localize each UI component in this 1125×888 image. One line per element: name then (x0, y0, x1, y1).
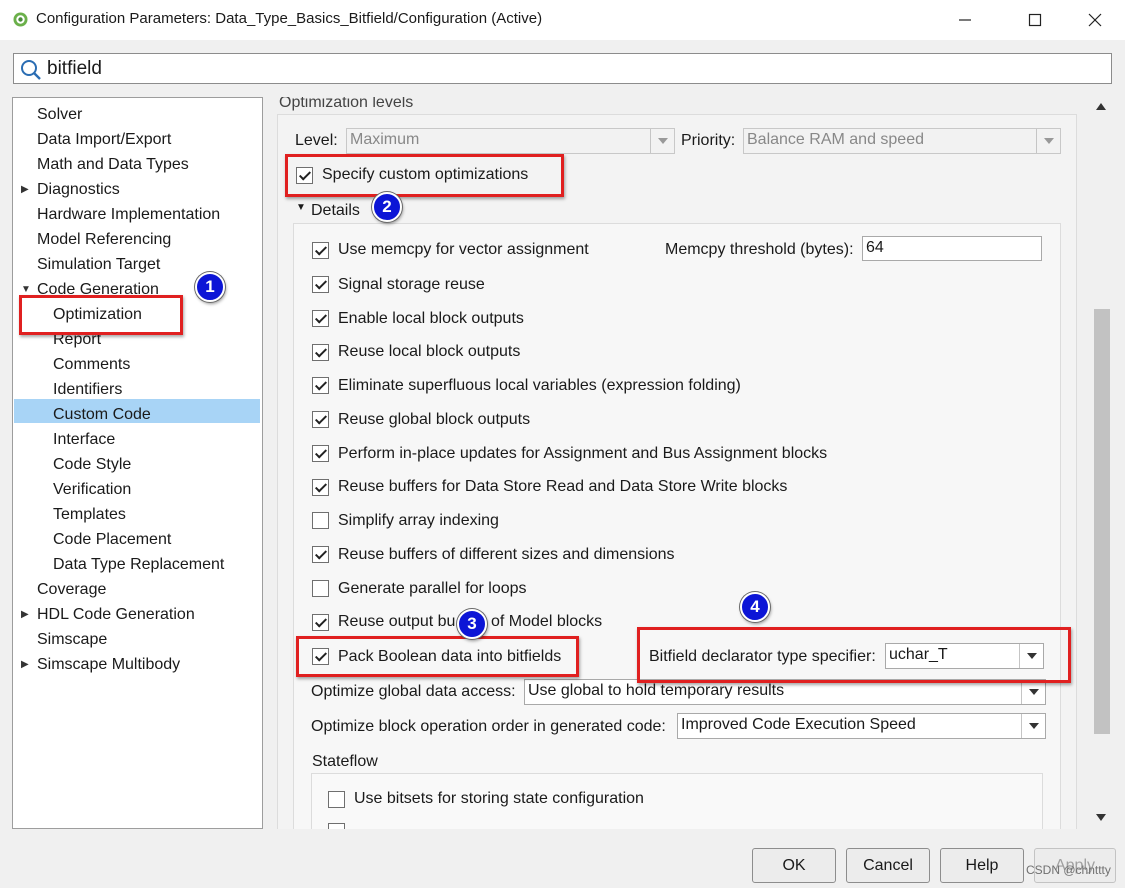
search-input[interactable] (47, 56, 1097, 81)
tree-item-comments[interactable]: Comments (53, 352, 130, 377)
window-title: Configuration Parameters: Data_Type_Basi… (36, 10, 543, 27)
annotation-marker-4: 4 (740, 592, 770, 622)
close-button[interactable] (1072, 0, 1118, 40)
chevron-down-icon (1036, 129, 1060, 153)
option-checkbox[interactable] (312, 411, 329, 428)
option-checkbox[interactable] (312, 310, 329, 327)
option-label[interactable]: Reuse buffers of different sizes and dim… (338, 546, 675, 564)
block-order-label: Optimize block operation order in genera… (311, 718, 666, 735)
chevron-down-icon (1021, 680, 1045, 704)
maximize-button[interactable] (1012, 0, 1058, 40)
annotation-marker-3: 3 (457, 609, 487, 639)
option-checkbox[interactable] (312, 242, 329, 259)
scroll-up-icon[interactable] (1096, 103, 1106, 110)
option-label[interactable]: Enable local block outputs (338, 310, 524, 328)
chevron-down-icon (650, 129, 674, 153)
option-checkbox[interactable] (312, 344, 329, 361)
details-label[interactable]: Details (311, 202, 360, 220)
tree-item-code-placement[interactable]: Code Placement (53, 527, 171, 552)
option-label[interactable]: Eliminate superfluous local variables (e… (338, 377, 741, 395)
stateflow-option-checkbox[interactable] (328, 823, 345, 829)
annotation-box-optimization (19, 295, 183, 335)
tree-item-simulation-target[interactable]: Simulation Target (37, 252, 160, 277)
vertical-scrollbar[interactable] (1092, 97, 1112, 829)
tree-item-data-type-replacement[interactable]: Data Type Replacement (53, 552, 224, 577)
priority-label: Priority: (681, 132, 736, 149)
title-bar: Configuration Parameters: Data_Type_Basi… (0, 0, 1125, 40)
annotation-marker-2: 2 (372, 192, 402, 222)
option-label[interactable]: Signal storage reuse (338, 276, 485, 294)
annotation-box-bitfield-specifier (637, 627, 1071, 683)
expand-arrow-icon[interactable]: ▶ (21, 602, 29, 627)
level-label: Level: (295, 132, 338, 149)
level-dropdown[interactable]: Maximum (346, 128, 675, 154)
stateflow-bitsets-label[interactable]: Use bitsets for storing state configurat… (354, 790, 644, 808)
ok-button[interactable]: OK (752, 848, 836, 883)
annotation-box-pack-boolean (296, 636, 579, 677)
tree-item-simscape[interactable]: Simscape (37, 627, 107, 652)
option-checkbox[interactable] (312, 479, 329, 496)
minimize-button[interactable] (942, 0, 988, 40)
details-collapse-icon[interactable]: ▼ (296, 202, 306, 213)
scroll-down-icon[interactable] (1096, 814, 1106, 821)
tree-item-simscape-multibody[interactable]: Simscape Multibody (37, 652, 180, 677)
expand-arrow-icon[interactable]: ▶ (21, 652, 29, 677)
global-data-access-label: Optimize global data access: (311, 683, 516, 700)
stateflow-label: Stateflow (312, 753, 378, 770)
stateflow-bitsets-checkbox[interactable] (328, 791, 345, 808)
search-icon (21, 60, 41, 80)
option-label[interactable]: Reuse buffers for Data Store Read and Da… (338, 478, 787, 496)
option-checkbox[interactable] (312, 445, 329, 462)
block-order-dropdown[interactable]: Improved Code Execution Speed (677, 713, 1046, 739)
option-label[interactable]: Reuse global block outputs (338, 411, 530, 429)
tree-item-custom-code[interactable]: Custom Code (53, 402, 151, 427)
tree-item-hdl-code-generation[interactable]: HDL Code Generation (37, 602, 195, 627)
tree-item-diagnostics[interactable]: Diagnostics (37, 177, 120, 202)
tree-item-coverage[interactable]: Coverage (37, 577, 106, 602)
tree-item-verification[interactable]: Verification (53, 477, 131, 502)
close-icon (1088, 13, 1102, 27)
option-label[interactable]: Perform in-place updates for Assignment … (338, 445, 827, 463)
section-label-optimization-levels: Optimization levels (279, 97, 414, 111)
option-checkbox[interactable] (312, 512, 329, 529)
tree-item-solver[interactable]: Solver (37, 102, 82, 127)
tree-item-templates[interactable]: Templates (53, 502, 126, 527)
option-checkbox[interactable] (312, 276, 329, 293)
option-label-tail: of Model blocks (491, 613, 603, 630)
expand-arrow-icon[interactable]: ▶ (21, 177, 29, 202)
cancel-button[interactable]: Cancel (846, 848, 930, 883)
tree-item-data-import-export[interactable]: Data Import/Export (37, 127, 171, 152)
memcpy-threshold-label: Memcpy threshold (bytes): (665, 241, 854, 258)
maximize-icon (1028, 13, 1042, 27)
minimize-icon (959, 19, 971, 21)
watermark: CSDN @chnttty (1026, 863, 1111, 877)
tree-item-math-and-data-types[interactable]: Math and Data Types (37, 152, 189, 177)
scroll-thumb[interactable] (1094, 309, 1110, 734)
search-box[interactable] (13, 53, 1112, 84)
tree-item-model-referencing[interactable]: Model Referencing (37, 227, 171, 252)
priority-dropdown[interactable]: Balance RAM and speed (743, 128, 1061, 154)
option-label[interactable]: Reuse output bu (338, 613, 455, 631)
annotation-box-custom-optimizations (285, 154, 564, 197)
option-label[interactable]: Simplify array indexing (338, 512, 499, 530)
option-checkbox[interactable] (312, 377, 329, 394)
tree-item-code-style[interactable]: Code Style (53, 452, 131, 477)
annotation-marker-1: 1 (195, 272, 225, 302)
tree-item-identifiers[interactable]: Identifiers (53, 377, 122, 402)
help-button[interactable]: Help (940, 848, 1024, 883)
option-checkbox[interactable] (312, 580, 329, 597)
tree-item-interface[interactable]: Interface (53, 427, 115, 452)
category-tree: Solver Data Import/Export Math and Data … (12, 97, 263, 829)
tree-item-hardware-implementation[interactable]: Hardware Implementation (37, 202, 220, 227)
chevron-down-icon (1021, 714, 1045, 738)
option-label[interactable]: Reuse local block outputs (338, 343, 520, 361)
memcpy-threshold-input[interactable]: 64 (862, 236, 1042, 261)
option-label[interactable]: Generate parallel for loops (338, 580, 527, 598)
option-checkbox[interactable] (312, 546, 329, 563)
option-checkbox[interactable] (312, 614, 329, 631)
option-label[interactable]: Use memcpy for vector assignment (338, 241, 589, 259)
gear-icon (13, 12, 28, 27)
